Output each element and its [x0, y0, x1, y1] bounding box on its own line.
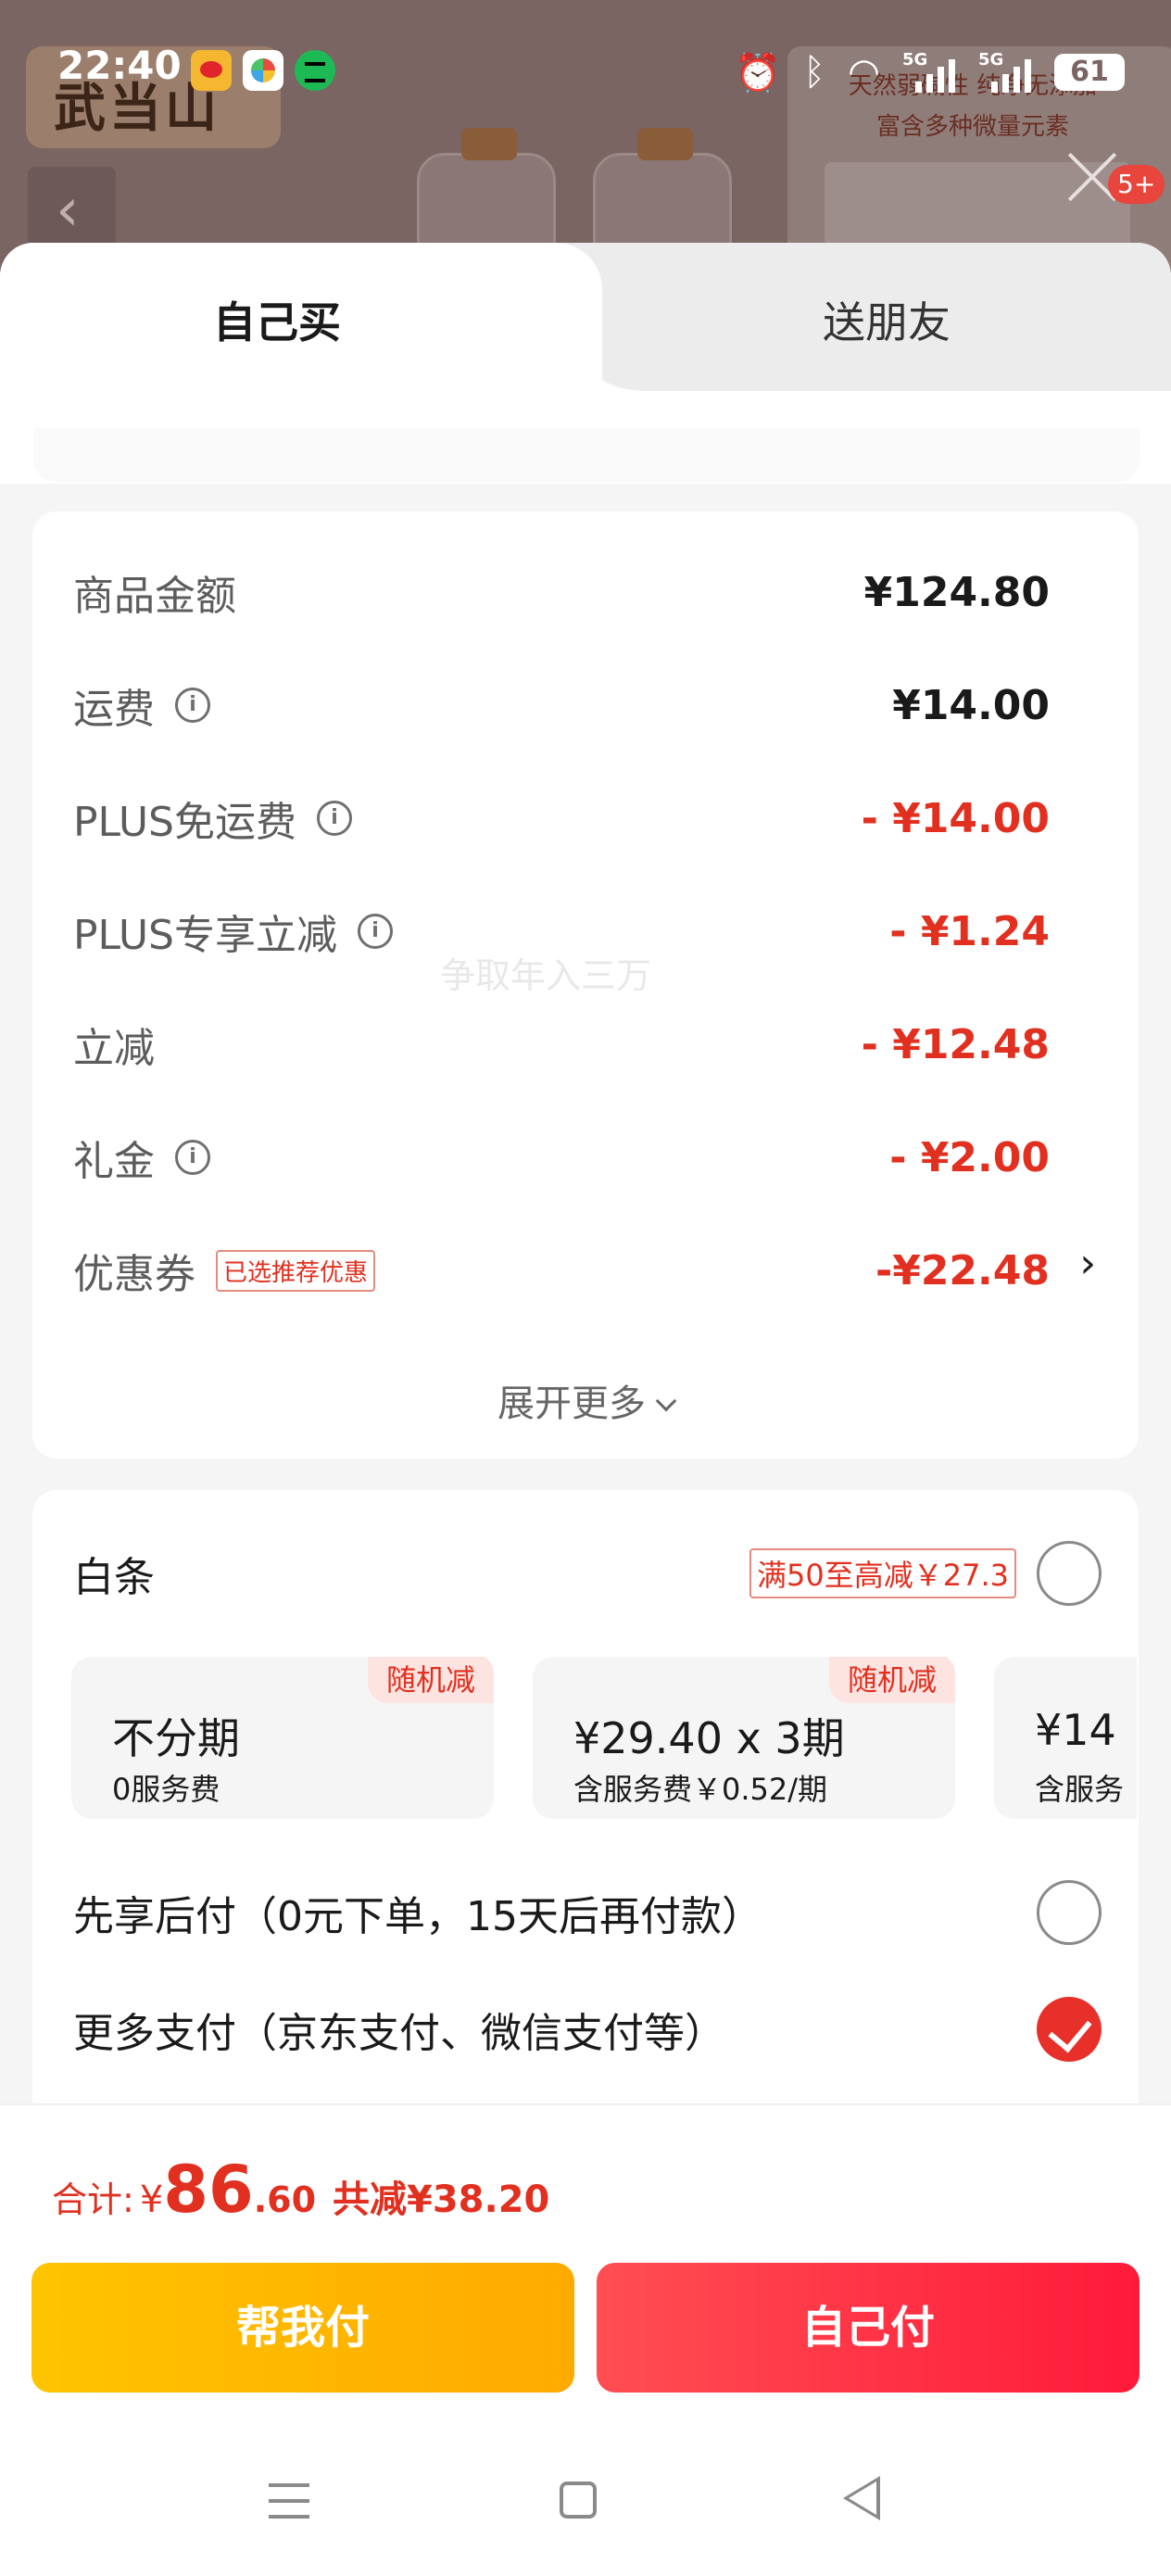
- plan-option[interactable]: 随机减 ¥29.40 x 3期 含服务费￥0.52/期: [533, 1657, 955, 1819]
- info-icon[interactable]: [358, 914, 393, 949]
- pay-later-radio[interactable]: [1037, 1880, 1102, 1945]
- tab-bar: 自己买 送朋友: [0, 243, 1171, 391]
- chevron-right-icon[interactable]: ›: [1079, 1240, 1096, 1287]
- home-icon[interactable]: [560, 2481, 597, 2519]
- payment-option-baitiao[interactable]: 白条 满50至高减￥27.3: [73, 1540, 1102, 1607]
- back-button[interactable]: [28, 167, 116, 255]
- watermark: 争取年入三万: [440, 955, 652, 996]
- info-icon[interactable]: [175, 688, 210, 723]
- bluetooth-icon: ᛒ: [803, 51, 826, 94]
- random-discount-tag: 随机减: [828, 1657, 955, 1703]
- collapsed-section: [33, 428, 1140, 482]
- battery-icon: 61: [1054, 54, 1125, 91]
- plan-option[interactable]: ¥14 含服务: [994, 1657, 1137, 1819]
- price-row-gift-cash: 礼金 - ¥2.00: [73, 1125, 1050, 1190]
- more-pay-radio-checked[interactable]: [1037, 1997, 1102, 2062]
- chevron-down-icon: [655, 1390, 677, 1412]
- system-nav-bar: [0, 2437, 1171, 2576]
- help-me-pay-button[interactable]: 帮我付: [31, 2263, 574, 2393]
- total-saved: 共减¥38.20: [333, 2178, 550, 2221]
- installment-plans: 随机减 不分期 0服务费 随机减 ¥29.40 x 3期 含服务费￥0.52/期…: [71, 1657, 1137, 1842]
- baitiao-promo-tag: 满50至高减￥27.3: [749, 1548, 1016, 1598]
- pay-myself-button[interactable]: 自己付: [597, 2263, 1140, 2393]
- wifi-icon: ◠: [848, 51, 880, 94]
- back-icon[interactable]: [843, 2476, 880, 2520]
- signal-icon: 5G: [978, 50, 1032, 95]
- price-row-goods: 商品金额 ¥124.80: [73, 568, 1050, 621]
- coupon-tag: 已选推荐优惠: [216, 1249, 376, 1292]
- status-time: 22:40: [57, 43, 182, 88]
- signal-icon: 5G: [902, 50, 956, 95]
- random-discount-tag: 随机减: [367, 1657, 494, 1703]
- banner-line2: 富含多种微量元素: [875, 113, 1069, 141]
- info-icon[interactable]: [317, 801, 352, 836]
- payment-method-card: 白条 满50至高减￥27.3 随机减 不分期 0服务费 随机减 ¥29.40 x…: [32, 1490, 1139, 2139]
- tab-self-buy-label[interactable]: 自己买: [213, 289, 341, 350]
- notification-badge: 5+: [1108, 165, 1165, 204]
- menu-icon[interactable]: [269, 2483, 309, 2519]
- price-row-shipping: 运费 ¥14.00: [73, 673, 1050, 738]
- photos-app-icon: [243, 50, 283, 91]
- plan-option[interactable]: 随机减 不分期 0服务费: [71, 1657, 494, 1819]
- payment-option-more[interactable]: 更多支付（京东支付、微信支付等）: [73, 1996, 1102, 2063]
- alarm-icon: ⏰: [735, 51, 782, 95]
- total-bar: 合计: ¥ 86 .60 共减¥38.20: [0, 2103, 1171, 2252]
- order-total: 合计: ¥ 86 .60 共减¥38.20: [52, 2152, 550, 2228]
- expand-more-button[interactable]: 展开更多: [32, 1373, 1139, 1427]
- status-bar: 22:40 ⏰ ᛒ ◠ 5G 5G 61: [0, 35, 1171, 100]
- baitiao-radio[interactable]: [1037, 1541, 1102, 1606]
- info-icon[interactable]: [175, 1140, 210, 1175]
- price-breakdown-card: 商品金额 ¥124.80 运费 ¥14.00 PLUS免运费 - ¥14.00 …: [32, 511, 1139, 1458]
- payment-option-pay-later[interactable]: 先享后付（0元下单，15天后再付款）: [73, 1879, 1102, 1946]
- tab-gift-friend[interactable]: 送朋友: [823, 289, 951, 350]
- price-row-coupon[interactable]: 优惠券 已选推荐优惠 -¥22.48: [73, 1238, 1050, 1303]
- weibo-app-icon: [191, 50, 232, 91]
- price-row-instant-discount: 立减 - ¥12.48: [73, 1020, 1050, 1073]
- music-app-icon: [295, 50, 335, 91]
- price-row-plus-free-shipping: PLUS免运费 - ¥14.00: [73, 786, 1050, 851]
